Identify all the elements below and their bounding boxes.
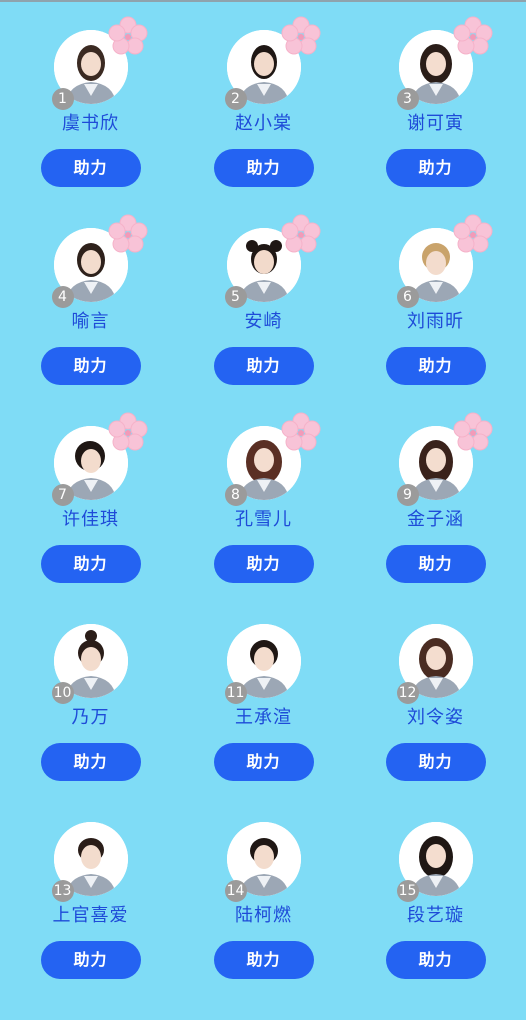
- rank-badge: 9: [396, 484, 419, 506]
- avatar-wrapper: 7: [51, 412, 147, 506]
- contestant-card: 7 许佳琪 助力: [4, 412, 177, 624]
- avatar-wrapper: 8: [224, 412, 320, 506]
- rank-badge: 8: [224, 484, 247, 506]
- support-button[interactable]: 助力: [385, 347, 486, 385]
- rank-badge: 10: [51, 682, 74, 704]
- rank-badge: 1: [51, 88, 74, 110]
- sakura-flower-icon: [108, 16, 147, 55]
- support-button[interactable]: 助力: [385, 743, 486, 781]
- sakura-flower-icon: [453, 214, 492, 253]
- avatar-wrapper: 12: [396, 624, 473, 704]
- contestant-card: 2 赵小棠 助力: [177, 16, 350, 228]
- sakura-flower-icon: [281, 214, 320, 253]
- rank-badge: 6: [396, 286, 419, 308]
- avatar-wrapper: 3: [396, 16, 492, 110]
- rank-badge: 5: [224, 286, 247, 308]
- contestant-name: 许佳琪: [62, 509, 119, 530]
- avatar-wrapper: 13: [51, 822, 128, 902]
- avatar-wrapper: 9: [396, 412, 492, 506]
- contestant-card: 14 陆柯燃 助力: [177, 822, 350, 1020]
- contestant-name: 王承渲: [235, 707, 292, 728]
- contestant-name: 安崎: [244, 311, 283, 332]
- contestant-card: 3 谢可寅 助力: [349, 16, 522, 228]
- avatar-wrapper: 11: [224, 624, 301, 704]
- support-button[interactable]: 助力: [213, 743, 314, 781]
- rank-badge: 15: [396, 880, 419, 902]
- contestant-card: 9 金子涵 助力: [349, 412, 522, 624]
- rank-badge: 12: [396, 682, 419, 704]
- rank-badge: 11: [224, 682, 247, 704]
- rank-badge: 7: [51, 484, 74, 506]
- avatar-wrapper: 5: [224, 214, 320, 308]
- contestant-card: 1 虞书欣 助力: [4, 16, 177, 228]
- contestant-card: 6 刘雨昕 助力: [349, 214, 522, 426]
- support-button[interactable]: 助力: [40, 743, 141, 781]
- contestant-name: 金子涵: [407, 509, 464, 530]
- support-button[interactable]: 助力: [213, 347, 314, 385]
- contestant-name: 喻言: [71, 311, 110, 332]
- support-button[interactable]: 助力: [40, 347, 141, 385]
- sakura-flower-icon: [108, 214, 147, 253]
- support-button[interactable]: 助力: [40, 545, 141, 583]
- support-button[interactable]: 助力: [385, 149, 486, 187]
- top-divider: [0, 0, 526, 2]
- contestant-card: 4 喻言 助力: [4, 214, 177, 426]
- support-button[interactable]: 助力: [40, 149, 141, 187]
- contestant-card: 8 孔雪儿 助力: [177, 412, 350, 624]
- sakura-flower-icon: [453, 16, 492, 55]
- contestant-card: 5 安崎 助力: [177, 214, 350, 426]
- rank-badge: 13: [51, 880, 74, 902]
- contestant-name: 陆柯燃: [235, 905, 292, 926]
- support-button[interactable]: 助力: [40, 941, 141, 979]
- contestant-card: 15 段艺璇 助力: [349, 822, 522, 1020]
- avatar-wrapper: 6: [396, 214, 492, 308]
- support-button[interactable]: 助力: [213, 545, 314, 583]
- contestant-name: 刘令姿: [407, 707, 464, 728]
- contestant-card: 12 刘令姿 助力: [349, 624, 522, 822]
- support-button[interactable]: 助力: [385, 941, 486, 979]
- rank-badge: 4: [51, 286, 74, 308]
- contestant-name: 段艺璇: [407, 905, 464, 926]
- support-button[interactable]: 助力: [213, 941, 314, 979]
- contestant-card: 10 乃万 助力: [4, 624, 177, 822]
- avatar-wrapper: 2: [224, 16, 320, 110]
- contestant-card: 11 王承渲 助力: [177, 624, 350, 822]
- sakura-flower-icon: [281, 412, 320, 451]
- contestant-name: 刘雨昕: [407, 311, 464, 332]
- rank-badge: 3: [396, 88, 419, 110]
- contestant-name: 赵小棠: [235, 113, 292, 134]
- avatar-wrapper: 4: [51, 214, 147, 308]
- contestant-name: 谢可寅: [407, 113, 464, 134]
- avatar-wrapper: 1: [51, 16, 147, 110]
- avatar-wrapper: 14: [224, 822, 301, 902]
- contestant-name: 虞书欣: [62, 113, 119, 134]
- sakura-flower-icon: [108, 412, 147, 451]
- contestant-name: 乃万: [71, 707, 110, 728]
- avatar-wrapper: 10: [51, 624, 128, 704]
- rank-badge: 14: [224, 880, 247, 902]
- support-button[interactable]: 助力: [385, 545, 486, 583]
- contestant-name: 孔雪儿: [235, 509, 292, 530]
- sakura-flower-icon: [453, 412, 492, 451]
- avatar-wrapper: 15: [396, 822, 473, 902]
- sakura-flower-icon: [281, 16, 320, 55]
- rank-badge: 2: [224, 88, 247, 110]
- contestant-card: 13 上官喜爱 助力: [4, 822, 177, 1020]
- contestant-name: 上官喜爱: [52, 905, 129, 926]
- support-button[interactable]: 助力: [213, 149, 314, 187]
